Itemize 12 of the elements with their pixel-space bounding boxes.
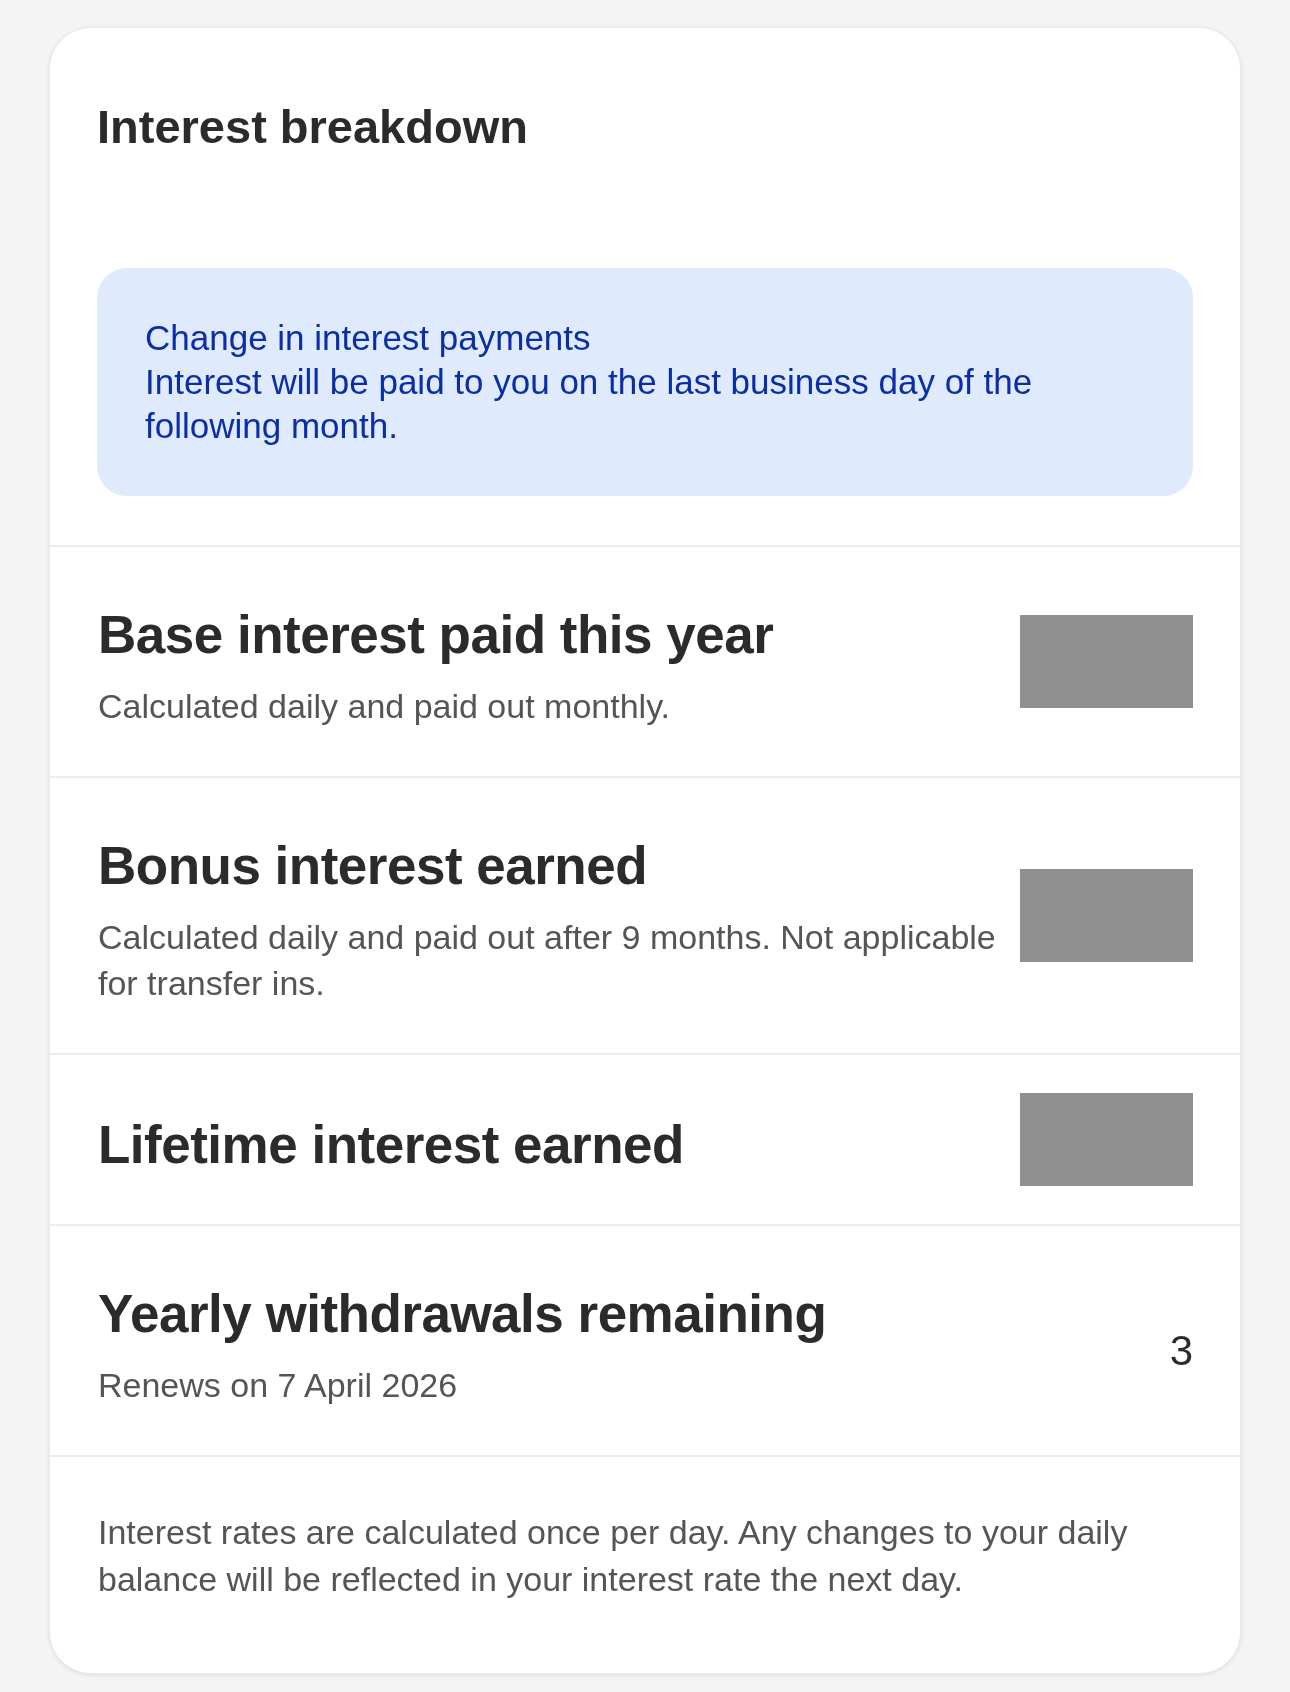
row-heading: Lifetime interest earned (98, 1115, 684, 1175)
row-description: Calculated daily and paid out monthly. (98, 686, 671, 727)
row-description: Calculated daily and paid out after 9 months. Not applicable for transfer ins. (98, 917, 997, 1004)
notice-title: Change in interest payments (145, 317, 591, 359)
footnote-text: Interest rates are calculated once per day. Any changes to your daily balance will be reflected in your interest rate the next day. (98, 1512, 1129, 1600)
row-value: 3 (1169, 1325, 1193, 1376)
row-heading: Base interest paid this year (98, 605, 774, 665)
row-description: Renews on 7 April 2026 (98, 1365, 458, 1406)
notice-message: Interest will be paid to you on the last business day of the following month. (145, 361, 1034, 447)
row-heading: Bonus interest earned (98, 836, 648, 896)
row-heading: Yearly withdrawals remaining (98, 1284, 827, 1344)
card-title: Interest breakdown (97, 99, 528, 155)
